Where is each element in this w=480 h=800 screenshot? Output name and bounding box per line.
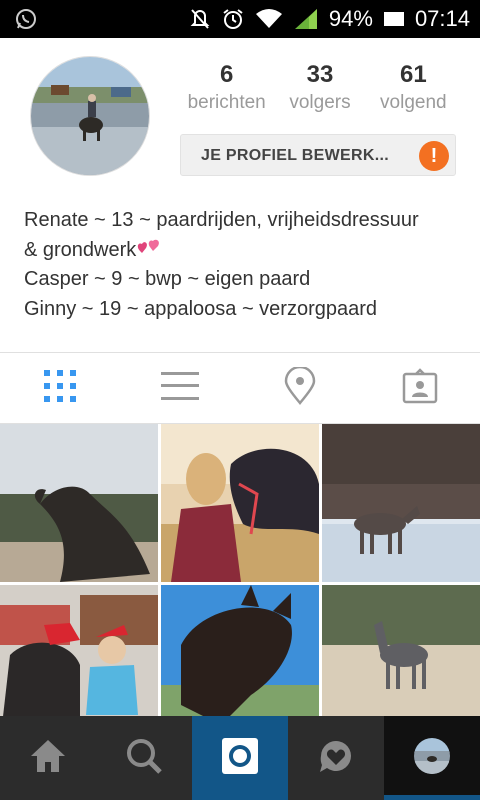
grey-horse-arena-photo[interactable]	[322, 585, 480, 716]
list-icon	[161, 370, 199, 407]
signal-icon	[293, 7, 319, 31]
bio-line: Renate ~ 13 ~ paardrijden, vrijheidsdres…	[24, 209, 419, 231]
profile-stats: 6 berichten 33 volgers 61 volgend	[180, 60, 460, 116]
nav-camera[interactable]	[192, 716, 288, 800]
tagged-photos-icon	[402, 367, 438, 409]
profile-avatar-icon	[413, 737, 451, 780]
warning-icon: !	[419, 141, 449, 171]
profile-header: 6 berichten 33 volgers 61 volgend JE PRO…	[0, 38, 480, 352]
christmas-hats-photo[interactable]	[0, 585, 158, 716]
stat-following[interactable]: 61 volgend	[367, 60, 460, 116]
bio-line: Ginny ~ 19 ~ appaloosa ~ verzorgpaard	[24, 297, 378, 320]
whatsapp-icon	[14, 7, 38, 31]
horse-rearing-dark-photo[interactable]	[0, 424, 158, 582]
tab-tagged[interactable]	[360, 353, 480, 423]
bio-line: Casper ~ 9 ~ bwp ~ eigen paard	[24, 268, 311, 290]
active-tab-indicator	[384, 795, 480, 800]
stat-followers-count: 33	[306, 61, 334, 88]
home-icon	[29, 738, 67, 779]
search-icon	[125, 737, 163, 780]
edit-profile-label: JE PROFIEL BEWERK...	[201, 147, 389, 164]
nav-search[interactable]	[96, 716, 192, 800]
clock-time: 07:14	[414, 6, 470, 31]
grid-icon	[43, 369, 77, 408]
bio-line: & grondwerk	[24, 238, 137, 261]
stat-following-label: volgend	[380, 92, 447, 113]
tab-location[interactable]	[240, 353, 360, 423]
nav-home[interactable]	[0, 716, 96, 800]
stat-followers[interactable]: 33 volgers	[273, 60, 366, 116]
profile-avatar[interactable]	[30, 56, 150, 176]
stat-followers-label: volgers	[289, 92, 351, 113]
stat-following-count: 61	[399, 61, 427, 88]
horse-in-snowy-field-photo[interactable]	[322, 424, 480, 582]
stat-posts[interactable]: 6 berichten	[180, 60, 273, 116]
tab-list[interactable]	[120, 353, 240, 423]
girl-with-horse-photo[interactable]	[161, 424, 319, 582]
bottom-navigation	[0, 716, 480, 800]
stat-posts-count: 6	[219, 61, 234, 88]
two-hearts-icon	[136, 239, 162, 261]
profile-bio: Renate ~ 13 ~ paardrijden, vrijheidsdres…	[24, 206, 464, 324]
tab-grid[interactable]	[0, 353, 120, 423]
photo-grid	[0, 424, 480, 716]
alarm-icon	[221, 7, 245, 31]
camera-icon	[221, 737, 259, 780]
nav-profile[interactable]	[384, 716, 480, 800]
activity-heart-icon	[317, 737, 355, 780]
battery-icon	[383, 11, 405, 27]
horse-closeup-sky-photo[interactable]	[161, 585, 319, 716]
nav-activity[interactable]	[288, 716, 384, 800]
location-pin-icon	[284, 365, 316, 410]
mute-icon	[189, 7, 211, 31]
wifi-icon	[255, 8, 283, 30]
status-bar: 94% 07:14	[0, 0, 480, 38]
battery-text: 94%	[328, 6, 373, 31]
profile-view-tabs	[0, 352, 480, 424]
stat-posts-label: berichten	[187, 92, 266, 113]
edit-profile-button[interactable]: JE PROFIEL BEWERK... !	[180, 134, 456, 176]
